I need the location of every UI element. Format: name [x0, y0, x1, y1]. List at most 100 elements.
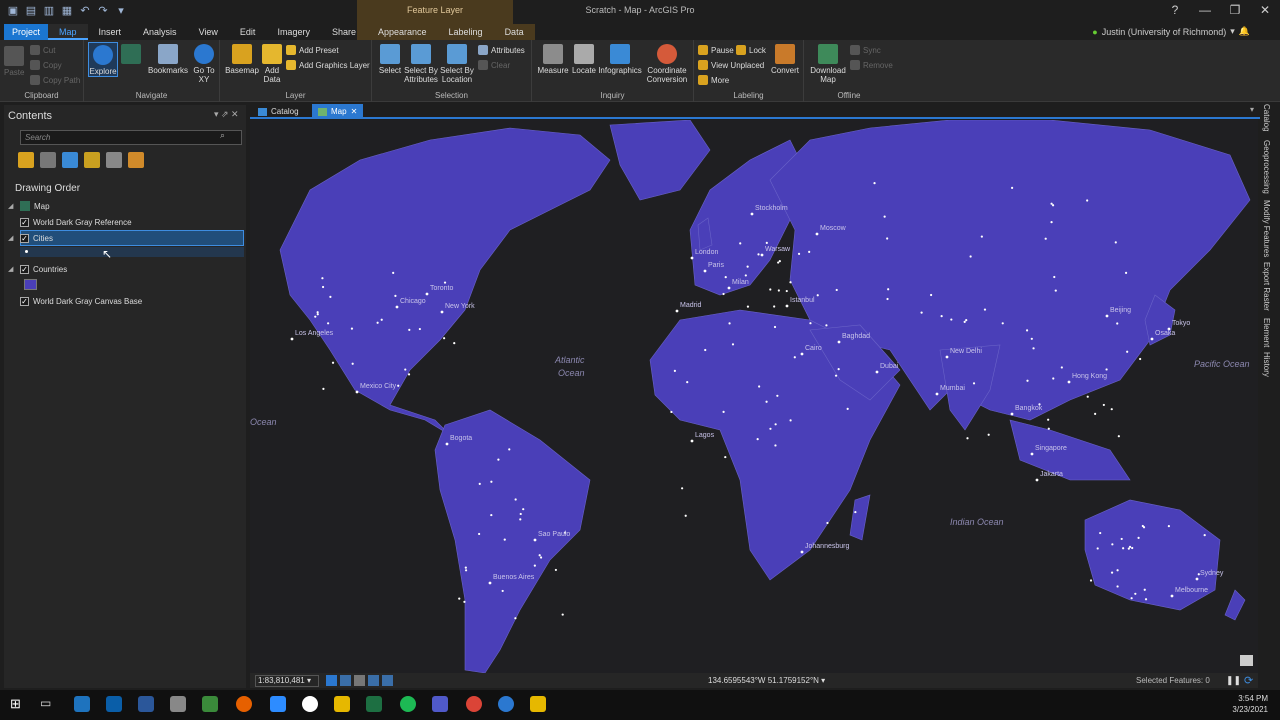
- expand-icon[interactable]: ◢: [8, 265, 16, 273]
- tab-project[interactable]: Project: [4, 24, 49, 40]
- city-point[interactable]: [1144, 598, 1148, 601]
- city-point[interactable]: [675, 309, 679, 313]
- contents-search-input[interactable]: Search: [20, 130, 242, 145]
- city-point[interactable]: [777, 289, 780, 292]
- save-as-icon[interactable]: ▦: [60, 4, 74, 18]
- city-point[interactable]: [1139, 357, 1142, 361]
- layer-map[interactable]: ◢ Map: [8, 199, 50, 213]
- city-point[interactable]: [1030, 452, 1034, 456]
- city-point[interactable]: [458, 597, 461, 600]
- city-point[interactable]: [1099, 531, 1102, 535]
- city-point[interactable]: [756, 438, 759, 441]
- city-point[interactable]: [533, 564, 536, 567]
- tab-map-view[interactable]: Map ✕: [312, 104, 364, 119]
- firefox-icon[interactable]: [236, 696, 252, 712]
- add-graphics-layer-button[interactable]: Add Graphics Layer: [286, 60, 370, 70]
- expand-icon[interactable]: ◢: [8, 202, 16, 210]
- city-point[interactable]: [800, 550, 804, 554]
- city-point[interactable]: [440, 310, 444, 314]
- city-point[interactable]: [425, 292, 429, 296]
- city-point[interactable]: [686, 381, 689, 384]
- city-point[interactable]: [1060, 366, 1063, 369]
- customize-icon[interactable]: ▾: [114, 4, 128, 18]
- city-point[interactable]: [404, 368, 407, 371]
- city-point[interactable]: [321, 277, 324, 280]
- city-point[interactable]: [1096, 547, 1099, 550]
- city-point[interactable]: [758, 385, 761, 388]
- app-icon[interactable]: [202, 696, 218, 712]
- city-point[interactable]: [1130, 597, 1133, 600]
- city-point[interactable]: [776, 394, 779, 397]
- city-point[interactable]: [1011, 186, 1014, 189]
- city-point[interactable]: [785, 304, 789, 308]
- list-by-selection-icon[interactable]: [62, 152, 78, 168]
- arcgis-pro-icon[interactable]: [498, 696, 514, 712]
- city-point[interactable]: [873, 182, 876, 185]
- undo-icon[interactable]: ↶: [78, 4, 92, 18]
- city-point[interactable]: [690, 439, 694, 443]
- go-to-xy-button[interactable]: Go To XY: [192, 44, 216, 84]
- close-icon[interactable]: ✕: [351, 104, 358, 119]
- coordinate-conversion-button[interactable]: Coordinate Conversion: [644, 44, 690, 84]
- city-point[interactable]: [1052, 377, 1055, 380]
- city-point[interactable]: [514, 617, 517, 620]
- city-point[interactable]: [722, 292, 725, 296]
- city-point[interactable]: [490, 513, 493, 517]
- city-point[interactable]: [724, 276, 727, 279]
- city-point[interactable]: [963, 320, 966, 323]
- lock-labeling-button[interactable]: Lock: [736, 45, 766, 55]
- city-point[interactable]: [920, 311, 923, 314]
- city-point[interactable]: [789, 419, 792, 422]
- minimize-button[interactable]: —: [1190, 0, 1220, 22]
- city-point[interactable]: [1086, 395, 1089, 398]
- city-point[interactable]: [316, 313, 319, 316]
- city-point[interactable]: [966, 437, 969, 440]
- city-point[interactable]: [522, 508, 525, 511]
- tab-imagery[interactable]: Imagery: [266, 24, 321, 40]
- city-point[interactable]: [773, 325, 777, 329]
- city-point[interactable]: [980, 235, 983, 238]
- copy-path-button[interactable]: Copy Path: [30, 75, 80, 85]
- city-point[interactable]: [392, 271, 395, 274]
- city-point[interactable]: [1110, 408, 1113, 411]
- city-point[interactable]: [376, 321, 379, 324]
- city-point[interactable]: [765, 400, 768, 403]
- city-point[interactable]: [883, 215, 886, 218]
- city-point[interactable]: [1131, 546, 1134, 550]
- city-point[interactable]: [554, 568, 557, 572]
- remove-button[interactable]: Remove: [850, 60, 893, 70]
- city-point[interactable]: [739, 242, 742, 245]
- city-point[interactable]: [1094, 412, 1097, 415]
- city-point[interactable]: [835, 288, 838, 292]
- city-point[interactable]: [808, 250, 811, 253]
- system-clock[interactable]: 3:54 PM 3/23/2021: [1232, 693, 1268, 715]
- open-icon[interactable]: ▤: [24, 4, 38, 18]
- city-point[interactable]: [407, 373, 411, 376]
- select-by-attributes-button[interactable]: Select By Attributes: [404, 44, 438, 84]
- city-point[interactable]: [355, 390, 359, 394]
- city-point[interactable]: [539, 556, 543, 559]
- city-point[interactable]: [930, 293, 933, 297]
- tab-labeling[interactable]: Labeling: [437, 24, 494, 40]
- file-explorer-icon[interactable]: [334, 696, 350, 712]
- city-point[interactable]: [395, 305, 399, 309]
- city-point[interactable]: [670, 410, 673, 414]
- city-point[interactable]: [1110, 571, 1114, 574]
- refresh-icon[interactable]: ⟳: [1244, 674, 1253, 687]
- city-point[interactable]: [394, 294, 397, 297]
- city-point[interactable]: [418, 327, 421, 331]
- fixed-zoom-icon[interactable]: [326, 675, 337, 686]
- city-point[interactable]: [969, 255, 972, 258]
- city-point[interactable]: [488, 581, 492, 585]
- constraints-icon[interactable]: [368, 675, 379, 686]
- windows-start-icon[interactable]: ⊞: [10, 696, 26, 712]
- app-icon[interactable]: [170, 696, 186, 712]
- city-point[interactable]: [1134, 592, 1137, 595]
- city-point[interactable]: [1111, 543, 1114, 546]
- paste-button[interactable]: Paste: [4, 46, 24, 77]
- city-point[interactable]: [1053, 275, 1056, 279]
- city-point[interactable]: [490, 480, 493, 483]
- clear-selection-button[interactable]: Clear: [478, 60, 510, 70]
- expand-icon[interactable]: ◢: [8, 234, 16, 242]
- city-point[interactable]: [1114, 241, 1117, 244]
